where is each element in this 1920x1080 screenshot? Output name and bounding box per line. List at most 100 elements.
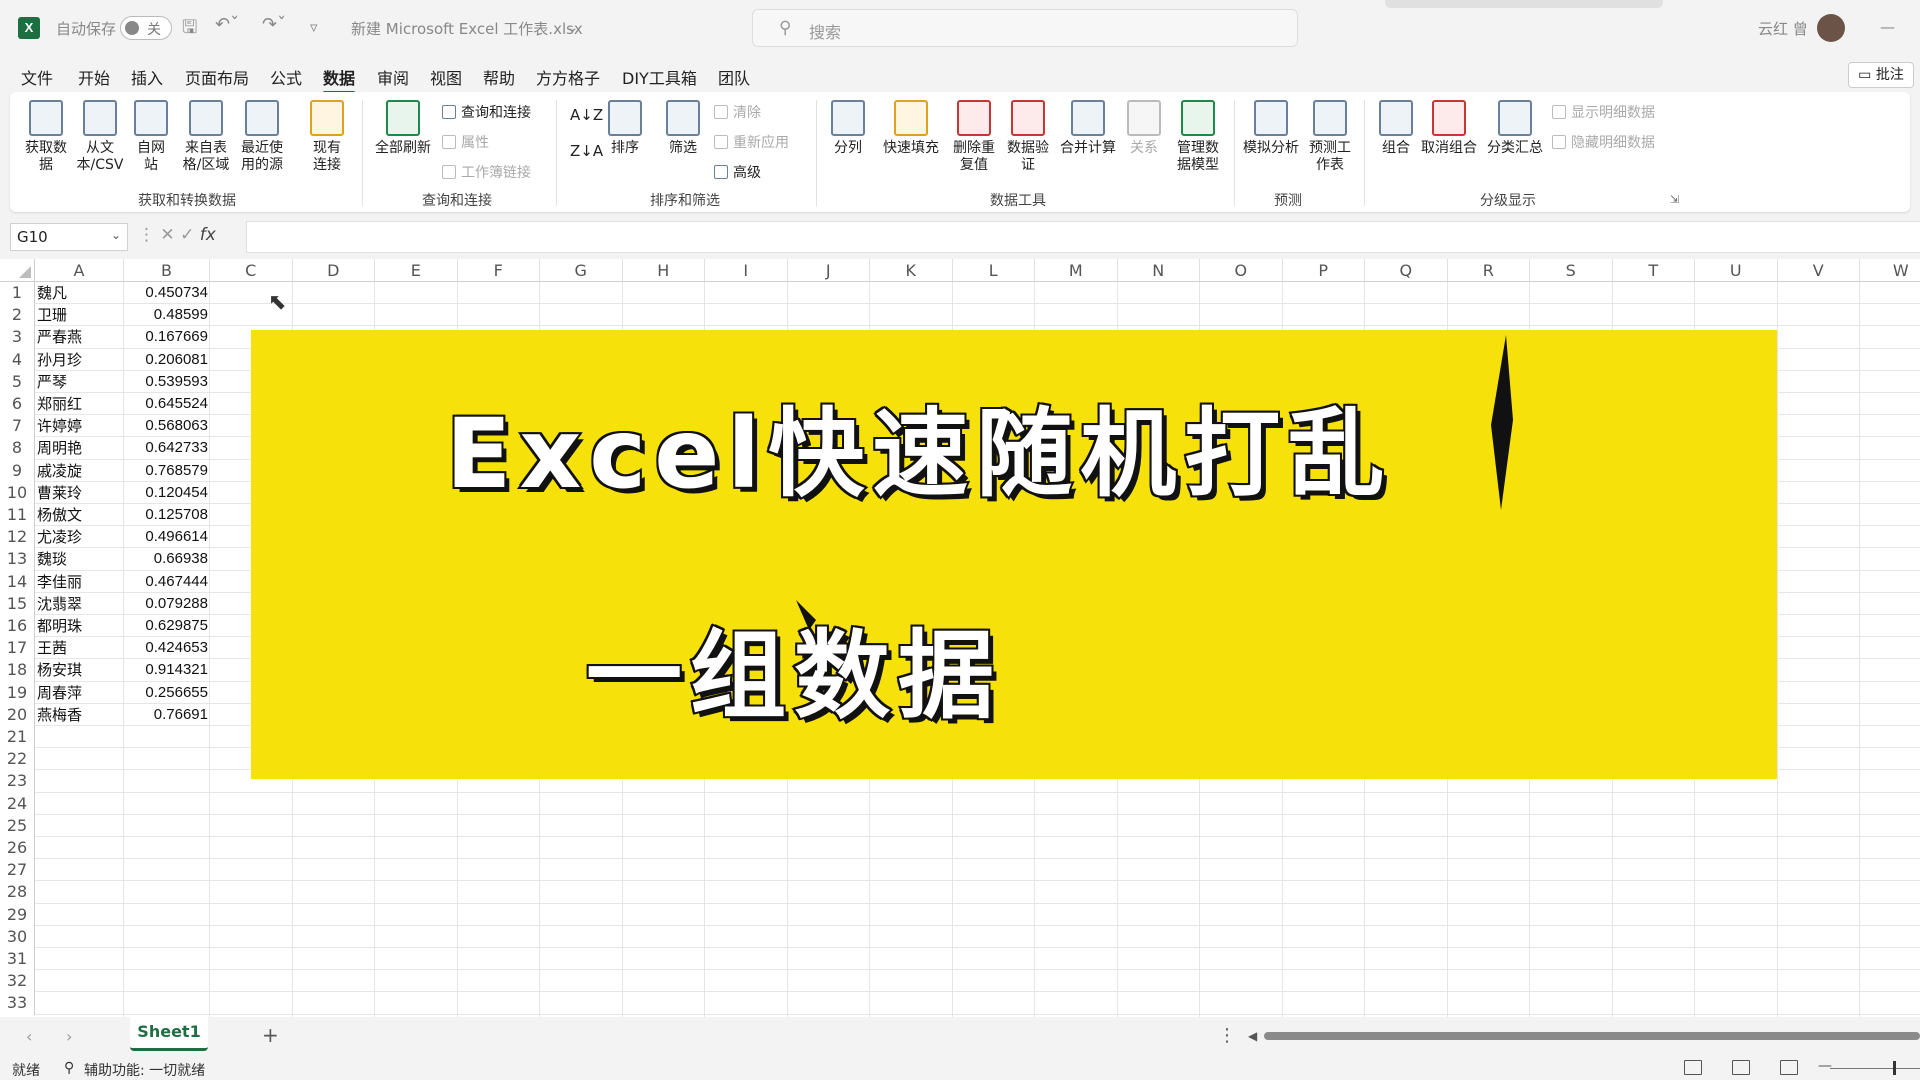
next-sheet-icon[interactable]: › [66, 1027, 72, 1046]
row-header[interactable]: 4 [0, 348, 35, 371]
horizontal-scrollbar[interactable]: ◀ [1248, 1029, 1920, 1043]
more-icon[interactable]: ⋮ [138, 225, 160, 245]
reapply-button[interactable]: 重新应用 [714, 132, 789, 152]
name-box[interactable]: G10 ⌄ [10, 223, 128, 251]
cell-name[interactable]: 严春燕 [37, 326, 82, 348]
column-header[interactable]: Q [1365, 259, 1448, 282]
cell-value[interactable]: 0.568063 [124, 415, 208, 437]
row-header[interactable]: 7 [0, 415, 35, 438]
cell-value[interactable]: 0.66938 [124, 548, 208, 570]
row-header[interactable]: 30 [0, 925, 35, 948]
sort-button[interactable]: 排序 [606, 100, 644, 157]
show-detail-button[interactable]: 显示明细数据 [1552, 102, 1655, 122]
column-header[interactable]: N [1117, 259, 1200, 282]
tab-data[interactable]: 数据 [323, 65, 356, 94]
row-header[interactable]: 33 [0, 992, 35, 1015]
cell-value[interactable]: 0.645524 [124, 393, 208, 415]
add-sheet-button[interactable]: + [262, 1023, 279, 1047]
cell-name[interactable]: 都明珠 [37, 615, 82, 637]
ungroup-button[interactable]: 取消组合 [1418, 100, 1480, 157]
row-header[interactable]: 16 [0, 615, 35, 638]
cell-name[interactable]: 周春萍 [37, 682, 82, 704]
remove-duplicates-button[interactable]: 删除重复值 [952, 100, 996, 174]
cell-value[interactable]: 0.629875 [124, 615, 208, 637]
filter-button[interactable]: 筛选 [664, 100, 702, 157]
tab-review[interactable]: 审阅 [377, 65, 409, 89]
column-header[interactable]: D [292, 259, 375, 282]
cell-name[interactable]: 曹莱玲 [37, 482, 82, 504]
column-header[interactable]: T [1612, 259, 1695, 282]
column-header[interactable]: I [705, 259, 788, 282]
column-header[interactable]: G [540, 259, 623, 282]
column-header[interactable]: L [952, 259, 1035, 282]
more-icon[interactable]: ⋮ [1218, 1025, 1236, 1046]
column-header[interactable]: C [210, 259, 293, 282]
row-header[interactable]: 18 [0, 659, 35, 682]
column-header[interactable]: E [375, 259, 458, 282]
row-header[interactable]: 24 [0, 792, 35, 815]
minimize-button[interactable]: — [1880, 18, 1895, 36]
enter-icon[interactable]: ✓ [180, 225, 200, 245]
row-header[interactable]: 14 [0, 570, 35, 593]
fx-icon[interactable]: fx [200, 225, 216, 245]
row-header[interactable]: 22 [0, 748, 35, 771]
from-text-button[interactable]: 从文本/CSV [76, 100, 124, 174]
row-header[interactable]: 23 [0, 770, 35, 793]
cell-value[interactable]: 0.120454 [124, 482, 208, 504]
row-header[interactable]: 12 [0, 526, 35, 549]
relationships-button[interactable]: 关系 [1126, 100, 1162, 157]
cell-value[interactable]: 0.256655 [124, 682, 208, 704]
sort-az-icon[interactable]: A↓Z [570, 106, 603, 124]
cell-name[interactable]: 李佳丽 [37, 571, 82, 593]
column-header[interactable]: K [870, 259, 953, 282]
cell-value[interactable]: 0.539593 [124, 371, 208, 393]
redo-icon[interactable]: ↷ˇ [262, 14, 286, 35]
row-header[interactable]: 5 [0, 370, 35, 393]
row-header[interactable]: 3 [0, 326, 35, 349]
column-header[interactable]: U [1695, 259, 1778, 282]
tab-sheet1[interactable]: Sheet1 [130, 1017, 208, 1051]
hide-detail-button[interactable]: 隐藏明细数据 [1552, 132, 1655, 152]
column-header[interactable]: A [35, 259, 124, 282]
forecast-sheet-button[interactable]: 预测工作表 [1308, 100, 1352, 174]
select-all-button[interactable] [0, 259, 35, 282]
formula-input[interactable] [246, 221, 1920, 253]
scroll-left-icon[interactable]: ◀ [1248, 1029, 1257, 1043]
column-header[interactable]: J [787, 259, 870, 282]
clear-filter-button[interactable]: 清除 [714, 102, 761, 122]
tab-view[interactable]: 视图 [430, 65, 462, 89]
row-header[interactable]: 29 [0, 903, 35, 926]
cell-name[interactable]: 许婷婷 [37, 415, 82, 437]
row-header[interactable]: 26 [0, 837, 35, 860]
properties-button[interactable]: 属性 [442, 132, 489, 152]
undo-icon[interactable]: ↶ˇ [215, 14, 239, 35]
customize-qat-icon[interactable]: ▿ [310, 18, 318, 36]
accessibility-status[interactable]: 辅助功能: 一切就绪 [84, 1060, 205, 1080]
window-drag-handle[interactable] [1385, 0, 1663, 8]
tab-home[interactable]: 开始 [78, 65, 110, 89]
cell-value[interactable]: 0.125708 [124, 504, 208, 526]
cell-value[interactable]: 0.642733 [124, 437, 208, 459]
recent-sources-button[interactable]: 最近使用的源 [238, 100, 286, 174]
row-header[interactable]: 8 [0, 437, 35, 460]
row-header[interactable]: 11 [0, 504, 35, 527]
cell-name[interactable]: 燕梅香 [37, 704, 82, 726]
cell-name[interactable]: 魏凡 [37, 282, 67, 304]
row-header[interactable]: 27 [0, 859, 35, 882]
cell-value[interactable]: 0.424653 [124, 637, 208, 659]
column-header[interactable]: H [622, 259, 705, 282]
text-to-columns-button[interactable]: 分列 [830, 100, 866, 157]
column-header[interactable]: B [124, 259, 210, 282]
search-box[interactable]: ⚲ 搜索 [752, 9, 1298, 47]
sort-za-icon[interactable]: Z↓A [570, 142, 603, 160]
manage-data-model-button[interactable]: 管理数据模型 [1174, 100, 1222, 174]
get-data-button[interactable]: 获取数据 [24, 100, 68, 174]
tab-page-layout[interactable]: 页面布局 [185, 65, 249, 89]
cell-name[interactable]: 魏琰 [37, 548, 67, 570]
from-table-button[interactable]: 来自表格/区域 [182, 100, 230, 174]
queries-connections-button[interactable]: 查询和连接 [442, 102, 531, 122]
cell-value[interactable]: 0.914321 [124, 659, 208, 681]
autosave-toggle[interactable]: 关 [120, 16, 172, 40]
row-header[interactable]: 1 [0, 282, 35, 305]
row-header[interactable]: 2 [0, 304, 35, 327]
